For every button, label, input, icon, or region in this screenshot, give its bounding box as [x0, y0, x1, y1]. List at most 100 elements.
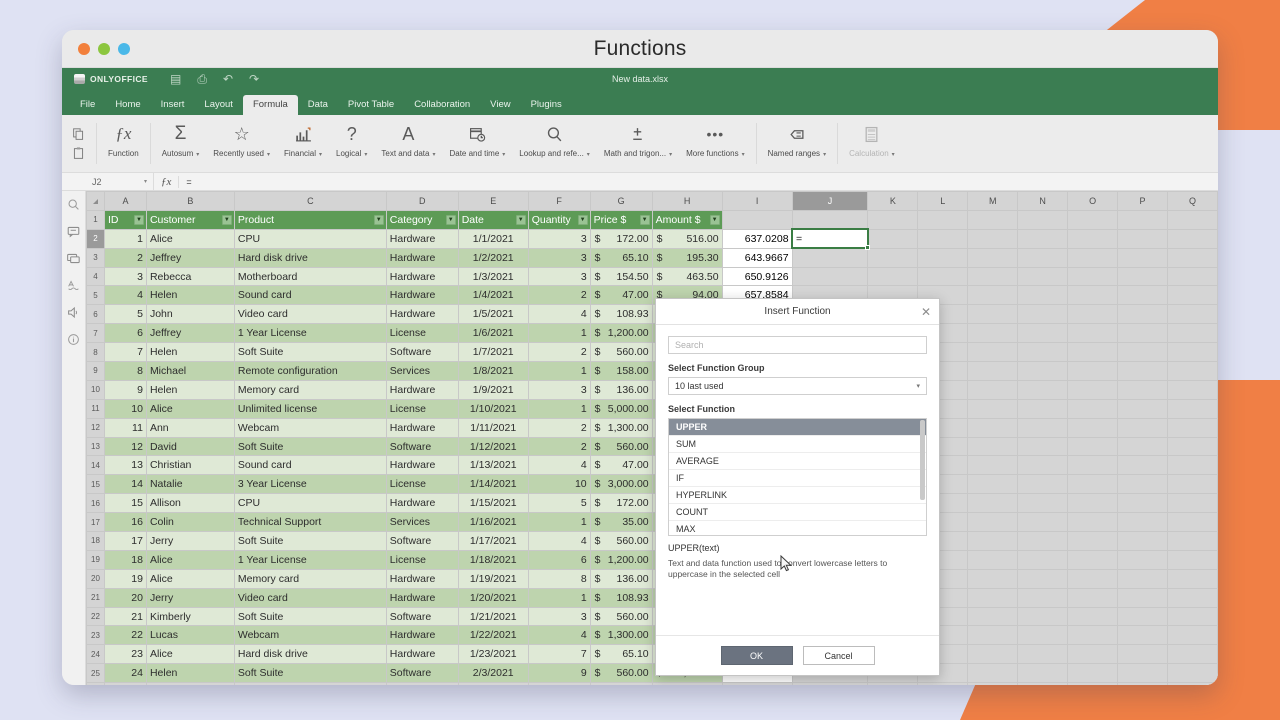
cell-m1[interactable]: [967, 209, 1019, 230]
row-header-7[interactable]: 7: [86, 323, 105, 344]
column-header-h[interactable]: H: [651, 191, 723, 211]
column-header-m[interactable]: M: [967, 191, 1019, 211]
cell-d11[interactable]: License: [385, 398, 459, 419]
tab-formula[interactable]: Formula: [242, 94, 298, 115]
cell-o9[interactable]: [1067, 361, 1119, 381]
cell-g3[interactable]: $65.10: [589, 247, 653, 268]
cell-f12[interactable]: 2: [527, 417, 591, 438]
named-ranges-button[interactable]: Named ranges ▾: [761, 115, 834, 172]
cell-f8[interactable]: 2: [527, 342, 591, 363]
date-and-time-button[interactable]: Date and time ▾: [442, 115, 512, 172]
cell-q2[interactable]: [1166, 228, 1218, 249]
table-row[interactable]: 12 11 Ann Webcam Hardware 1/11/2021 2 $1,300.00…: [86, 417, 1218, 438]
recently-used-button[interactable]: ☆ Recently used ▾: [206, 115, 277, 172]
tab-file[interactable]: File: [70, 95, 105, 116]
quick-access-toolbar[interactable]: ▤ ⎙ ↶ ↷: [170, 72, 259, 87]
cell-c23[interactable]: Webcam: [233, 625, 387, 646]
cell-a17[interactable]: 16: [103, 512, 147, 533]
cell-a8[interactable]: 7: [103, 342, 147, 363]
cell-a11[interactable]: 10: [103, 398, 147, 419]
cell-e5[interactable]: 1/4/2021: [457, 285, 529, 306]
function-list-item[interactable]: HYPERLINK: [669, 487, 926, 504]
cell-b14[interactable]: Christian: [145, 455, 235, 476]
cell-f5[interactable]: 2: [527, 285, 591, 306]
cell-c6[interactable]: Video card: [233, 304, 387, 325]
row-header-18[interactable]: 18: [86, 531, 105, 551]
cell-g16[interactable]: $172.00: [589, 493, 653, 514]
cell-i2[interactable]: 637.0208: [721, 228, 793, 249]
cell-m7[interactable]: [967, 323, 1019, 344]
cell-p26[interactable]: [1117, 682, 1168, 685]
cell-f2[interactable]: 3: [527, 228, 591, 249]
column-header-q[interactable]: Q: [1166, 191, 1218, 211]
table-row[interactable]: 8 7 Helen Soft Suite Software 1/7/2021 2 $560.0…: [86, 342, 1218, 363]
cell-reference-box[interactable]: J2 ▾: [62, 173, 154, 190]
cell-o18[interactable]: [1067, 531, 1119, 551]
cell-o10[interactable]: [1067, 379, 1119, 400]
cell-g23[interactable]: $1,300.00: [589, 625, 653, 646]
cell-d17[interactable]: Services: [385, 512, 459, 533]
cell-e9[interactable]: 1/8/2021: [457, 361, 529, 381]
cell-b2[interactable]: Alice: [145, 228, 235, 249]
feedback-icon[interactable]: [67, 305, 81, 319]
cell-a3[interactable]: 2: [103, 247, 147, 268]
cell-b7[interactable]: Jeffrey: [145, 323, 235, 344]
cell-n2[interactable]: [1017, 228, 1069, 249]
table-row[interactable]: 10 9 Helen Memory card Hardware 1/9/2021 3 $136…: [86, 379, 1218, 400]
cell-e8[interactable]: 1/7/2021: [457, 342, 529, 363]
cell-d21[interactable]: Hardware: [385, 587, 459, 608]
cell-g8[interactable]: $560.00: [589, 342, 653, 363]
cell-m8[interactable]: [967, 342, 1019, 363]
filter-dropdown-icon[interactable]: ▼: [373, 214, 384, 225]
row-header-15[interactable]: 15: [86, 474, 105, 495]
cell-n6[interactable]: [1017, 304, 1069, 325]
function-button[interactable]: ƒx Function: [101, 115, 146, 172]
cell-l4[interactable]: [917, 266, 969, 287]
cell-f11[interactable]: 1: [527, 398, 591, 419]
cell-a24[interactable]: 23: [103, 644, 147, 665]
filter-dropdown-icon[interactable]: ▼: [639, 214, 650, 225]
cell-c7[interactable]: 1 Year License: [233, 323, 387, 344]
about-icon[interactable]: [67, 332, 81, 346]
cell-e21[interactable]: 1/20/2021: [457, 587, 529, 608]
cell-b10[interactable]: Helen: [145, 379, 235, 400]
cell-f19[interactable]: 6: [527, 549, 591, 570]
cell-h4[interactable]: $463.50: [651, 266, 723, 287]
row-header-13[interactable]: 13: [86, 436, 105, 457]
search-icon[interactable]: [67, 197, 81, 211]
cell-e6[interactable]: 1/5/2021: [457, 304, 529, 325]
cell-a2[interactable]: 1: [103, 228, 147, 249]
cell-o6[interactable]: [1067, 304, 1119, 325]
cell-e11[interactable]: 1/10/2021: [457, 398, 529, 419]
cell-n5[interactable]: [1017, 285, 1069, 306]
table-row[interactable]: 1615AllisonCPUHardware1/15/20215$172.00$…: [86, 493, 1218, 514]
cell-m9[interactable]: [967, 361, 1019, 381]
cell-a7[interactable]: 6: [103, 323, 147, 344]
insert-function-fx-icon[interactable]: ƒx: [154, 175, 180, 188]
cell-e14[interactable]: 1/13/2021: [457, 455, 529, 476]
cell-m19[interactable]: [967, 549, 1019, 570]
cell-d4[interactable]: Hardware: [385, 266, 459, 287]
cell-q24[interactable]: [1166, 644, 1218, 665]
column-header-a[interactable]: A: [103, 191, 147, 211]
row-header-16[interactable]: 16: [86, 493, 105, 514]
column-header-k[interactable]: K: [867, 191, 919, 211]
chevron-down-icon[interactable]: ▾: [364, 152, 367, 158]
cell-q19[interactable]: [1166, 549, 1218, 570]
cell-b16[interactable]: Allison: [145, 493, 235, 514]
cell-n24[interactable]: [1017, 644, 1069, 665]
row-header-4[interactable]: 4: [86, 266, 105, 287]
cell-n16[interactable]: [1017, 493, 1069, 514]
cell-d3[interactable]: Hardware: [385, 247, 459, 268]
cell-p3[interactable]: [1117, 247, 1168, 268]
cell-q25[interactable]: [1166, 663, 1218, 684]
cell-e3[interactable]: 1/2/2021: [457, 247, 529, 268]
cell-c18[interactable]: Soft Suite: [233, 531, 387, 551]
cell-a23[interactable]: 22: [103, 625, 147, 646]
cell-d14[interactable]: Hardware: [385, 455, 459, 476]
cell-a14[interactable]: 13: [103, 455, 147, 476]
filter-dropdown-icon[interactable]: ▼: [515, 214, 526, 225]
cell-i1[interactable]: [721, 209, 793, 230]
cell-d2[interactable]: Hardware: [385, 228, 459, 249]
cell-d16[interactable]: Hardware: [385, 493, 459, 514]
